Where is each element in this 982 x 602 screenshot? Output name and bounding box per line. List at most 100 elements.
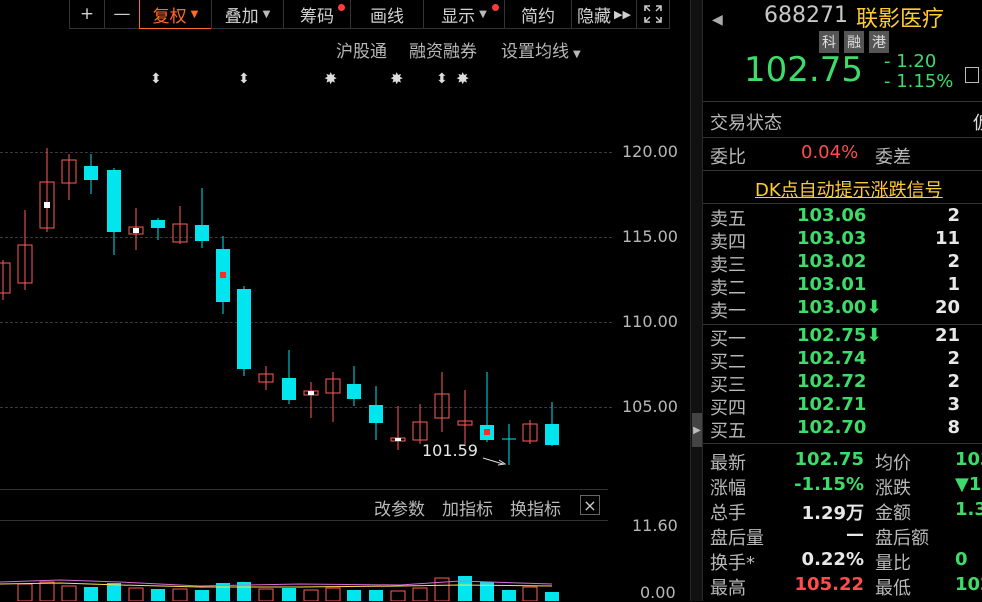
stock-code: 688271	[764, 3, 848, 28]
order-volume: 2	[947, 371, 960, 392]
order-price: 102.70	[797, 417, 867, 438]
yincang-button[interactable]: 隐藏 ▶▶	[571, 0, 637, 29]
order-row[interactable]: 买五 102.70 8	[703, 417, 982, 442]
order-volume: 1	[947, 274, 960, 295]
price-axis-label: 105.00	[622, 397, 678, 416]
caret-down-icon: ▼	[190, 8, 199, 20]
section-divider	[0, 520, 608, 521]
order-price: 103.06	[797, 205, 867, 226]
order-volume: 3	[947, 394, 960, 415]
weibi-value: 0.04%	[801, 142, 859, 163]
candlestick-chart[interactable]	[0, 60, 610, 480]
order-row[interactable]: 买四 102.71 3	[703, 394, 982, 419]
panel-divider[interactable]: ▶	[690, 0, 703, 601]
gaicanshu-button[interactable]: 改参数	[374, 495, 425, 520]
stat-row: 换手* 0.22% 量比 0	[703, 549, 982, 574]
order-volume: 2	[947, 251, 960, 272]
price-axis-label: 115.00	[622, 227, 678, 246]
diejia-dropdown[interactable]: 叠加 ▼	[211, 0, 284, 29]
junxian-settings[interactable]: 设置均线 ▼	[501, 37, 581, 62]
dk-signal-link[interactable]: DK点自动提示涨跌信号	[755, 176, 943, 202]
low-price-annotation: 101.59	[422, 441, 478, 460]
order-row[interactable]: 卖五 103.06 2	[703, 205, 982, 230]
stat-row: 盘后量 — 盘后额	[703, 524, 982, 549]
volume-axis-label: 0.00	[640, 583, 676, 602]
stat-value: 0	[955, 549, 968, 570]
candle-down	[369, 405, 383, 423]
candle-down	[237, 289, 251, 369]
chevron-right-icon: ▶	[693, 424, 701, 436]
stat-label: 总手	[710, 503, 746, 524]
order-row[interactable]: 卖二 103.01 1	[703, 274, 982, 299]
candle-down	[545, 424, 559, 445]
chart-toolbar: + — 复权 ▼ 叠加 ▼ 筹码 画线 显示 ▼ 简约 隐藏 ▶▶	[69, 0, 690, 31]
stat-row: 涨幅 -1.15% 涨跌 ▼1	[703, 474, 982, 499]
divider	[703, 101, 982, 102]
order-price: 103.01	[797, 274, 867, 295]
stat-value: -1.15%	[794, 474, 864, 495]
huaxian-button[interactable]: 画线	[350, 0, 424, 29]
stat-label: 涨幅	[710, 478, 746, 499]
order-row[interactable]: 买二 102.74 2	[703, 348, 982, 373]
stat-label: 最低	[875, 578, 911, 599]
checkbox[interactable]	[965, 67, 979, 83]
weibi-label: 委比	[710, 147, 746, 168]
price-change: - 1.20	[884, 51, 937, 72]
candle-down	[195, 225, 209, 241]
divider	[703, 203, 982, 204]
close-icon: ×	[583, 495, 597, 515]
stat-row: 总手 1.29万 金额 1.3	[703, 499, 982, 524]
order-price: 103.03	[797, 228, 867, 249]
fullscreen-button[interactable]	[636, 0, 670, 29]
price-change-pct: - 1.15%	[884, 71, 954, 92]
candle-down	[107, 170, 121, 232]
order-row[interactable]: 买一 102.75⬇ 21	[703, 325, 982, 350]
stat-label: 涨跌	[875, 478, 911, 499]
order-volume: 20	[934, 297, 960, 318]
jiazhibiao-button[interactable]: 加指标	[442, 495, 493, 520]
rongzi-link[interactable]: 融资融券	[409, 37, 477, 62]
stat-row: 最高 105.22 最低 102	[703, 574, 982, 599]
price-axis-label: 120.00	[622, 142, 678, 161]
jianyue-button[interactable]: 简约	[504, 0, 572, 29]
collapse-handle[interactable]: ▶	[692, 413, 702, 447]
stat-value: ▼1	[955, 474, 982, 495]
close-indicator-button[interactable]: ×	[580, 495, 600, 515]
order-volume: 8	[947, 417, 960, 438]
stat-label: 量比	[875, 553, 911, 574]
order-volume: 21	[934, 325, 960, 346]
huanzhibiao-button[interactable]: 换指标	[510, 495, 561, 520]
tag-badge: 港	[869, 31, 889, 53]
caret-down-icon: ▼	[479, 8, 487, 20]
order-level-label: 卖一	[710, 301, 746, 322]
trade-status-value: 仮	[973, 109, 982, 135]
prev-stock-icon[interactable]: ◀	[712, 12, 723, 28]
hugutong-link[interactable]: 沪股通	[336, 37, 387, 62]
zoom-out-button[interactable]: —	[104, 0, 140, 29]
volume-chart	[0, 576, 559, 601]
stat-value: 1.29万	[801, 503, 864, 524]
stat-row: 最新 102.75 均价 103	[703, 449, 982, 474]
order-row[interactable]: 买三 102.72 2	[703, 371, 982, 396]
price-axis-label: 110.00	[622, 312, 678, 331]
zoom-in-button[interactable]: +	[69, 0, 105, 29]
stat-label: 盘后额	[875, 528, 929, 549]
order-price: 102.75⬇	[797, 325, 882, 346]
order-price: 103.02	[797, 251, 867, 272]
stat-value: 102.75	[794, 449, 864, 470]
stat-value: —	[846, 524, 864, 545]
order-row[interactable]: 卖四 103.03 11	[703, 228, 982, 253]
order-price: 103.00⬇	[797, 297, 882, 318]
fuquan-dropdown[interactable]: 复权 ▼	[139, 0, 212, 29]
fullscreen-icon	[644, 5, 662, 23]
stat-label: 换手*	[710, 553, 755, 574]
order-row[interactable]: 卖一 103.00⬇ 20	[703, 297, 982, 322]
order-row[interactable]: 卖三 103.02 2	[703, 251, 982, 276]
chouma-button[interactable]: 筹码	[283, 0, 351, 29]
caret-down-icon: ▼	[262, 8, 271, 20]
xianshi-dropdown[interactable]: 显示 ▼	[423, 0, 505, 29]
stat-label: 金额	[875, 503, 911, 524]
trade-status-label: 交易状态	[710, 113, 782, 134]
section-divider	[0, 489, 608, 490]
order-price: 102.74	[797, 348, 867, 369]
